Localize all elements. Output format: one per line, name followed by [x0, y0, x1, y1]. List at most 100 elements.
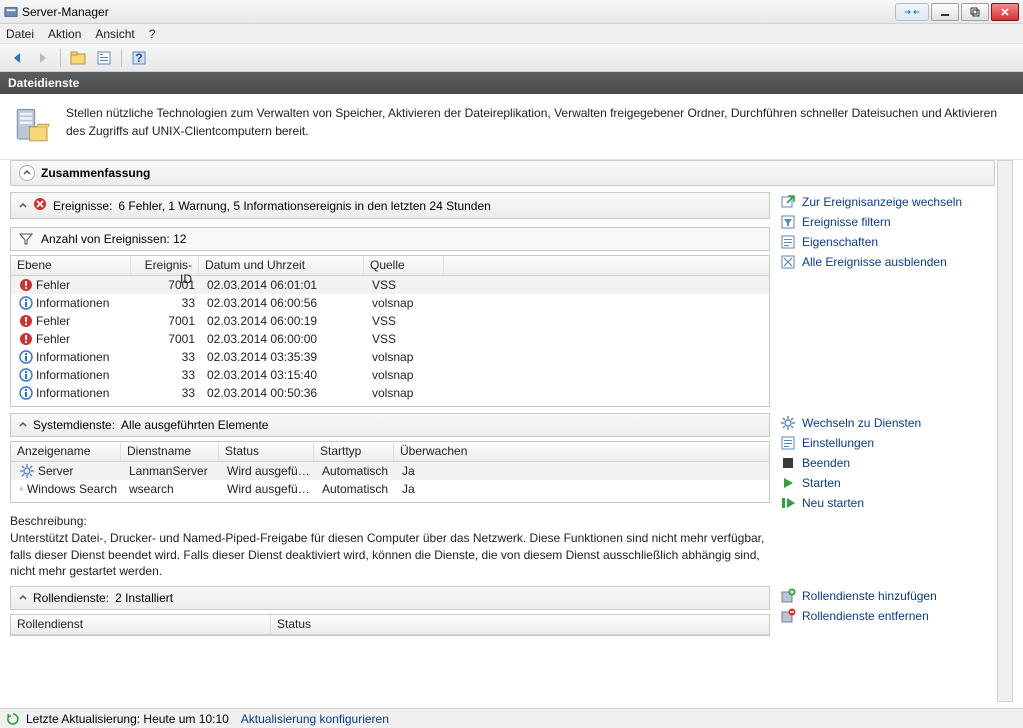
- desc-text: Unterstützt Datei-, Drucker- und Named-P…: [10, 530, 770, 580]
- table-row[interactable]: ServerLanmanServerWird ausgefü…Automatis…: [11, 462, 769, 480]
- close-button[interactable]: [991, 3, 1019, 21]
- minimize-button[interactable]: [931, 3, 959, 21]
- hide-icon: [780, 254, 796, 270]
- sidelink-label: Rollendienste hinzufügen: [802, 589, 937, 603]
- table-row[interactable]: Fehler700102.03.2014 06:01:01VSS: [11, 276, 769, 294]
- sidelink-label: Einstellungen: [802, 436, 874, 450]
- main-scrollbar[interactable]: [997, 160, 1013, 702]
- properties-button[interactable]: [93, 47, 115, 69]
- col-level[interactable]: Ebene: [11, 256, 131, 275]
- filter-icon: [19, 232, 33, 246]
- roles-row: Rollendienste: 2 Installiert Rollendiens…: [10, 586, 995, 636]
- sidelink-label: Beenden: [802, 456, 850, 470]
- sidelink-label: Starten: [802, 476, 841, 490]
- events-tbody[interactable]: Fehler700102.03.2014 06:01:01VSSInformat…: [11, 276, 769, 407]
- table-row[interactable]: Windows SearchwsearchWird ausgefü…Automa…: [11, 480, 769, 498]
- props-icon: [780, 435, 796, 451]
- status-link[interactable]: Aktualisierung konfigurieren: [241, 712, 389, 726]
- page-description: Stellen nützliche Technologien zum Verwa…: [66, 104, 1011, 149]
- collapse-icon[interactable]: [19, 199, 27, 213]
- sidelink[interactable]: Wechseln zu Diensten: [780, 415, 995, 431]
- maximize-button[interactable]: [961, 3, 989, 21]
- collapse-icon[interactable]: [19, 418, 27, 432]
- sidelink[interactable]: Zur Ereignisanzeige wechseln: [780, 194, 995, 210]
- collapse-icon[interactable]: [19, 165, 35, 181]
- col-rolestatus[interactable]: Status: [271, 615, 769, 634]
- col-roleservice[interactable]: Rollendienst: [11, 615, 271, 634]
- error-icon: [33, 197, 47, 214]
- table-row[interactable]: Informationen3302.03.2014 03:15:40volsna…: [11, 366, 769, 384]
- page-header: Dateidienste: [0, 72, 1023, 94]
- services-row: Systemdienste: Alle ausgeführten Element…: [10, 413, 995, 580]
- col-starttype[interactable]: Starttyp: [314, 442, 394, 461]
- restart-icon: [780, 495, 796, 511]
- sidelink-label: Neu starten: [802, 496, 864, 510]
- sidelink-label: Ereignisse filtern: [802, 215, 891, 229]
- window-title: Server-Manager: [22, 5, 109, 19]
- services-thead: Anzeigename Dienstname Status Starttyp Ü…: [11, 442, 769, 462]
- menubar: Datei Aktion Ansicht ?: [0, 24, 1023, 44]
- sidelink-label: Wechseln zu Diensten: [802, 416, 921, 430]
- sidelink[interactable]: Rollendienste entfernen: [780, 608, 995, 624]
- col-monitor[interactable]: Überwachen: [394, 442, 769, 461]
- col-status[interactable]: Status: [219, 442, 314, 461]
- col-spacer: [444, 256, 769, 275]
- nav-swap-button[interactable]: [895, 3, 929, 21]
- props-icon: [780, 234, 796, 250]
- roles-subtitle: 2 Installiert: [115, 591, 173, 605]
- explorer-button[interactable]: [67, 47, 89, 69]
- titlebar: Server-Manager: [0, 0, 1023, 24]
- services-tbody[interactable]: ServerLanmanServerWird ausgefü…Automatis…: [11, 462, 769, 503]
- summary-panel-header: Zusammenfassung: [10, 160, 995, 186]
- sidelink[interactable]: Beenden: [780, 455, 995, 471]
- table-row[interactable]: Informationen3302.03.2014 00:50:36volsna…: [11, 384, 769, 402]
- col-displayname[interactable]: Anzeigename: [11, 442, 121, 461]
- table-row[interactable]: Informationen3302.03.2014 03:35:39volsna…: [11, 348, 769, 366]
- toolbar-separator: [121, 49, 122, 67]
- col-datetime[interactable]: Datum und Uhrzeit: [199, 256, 364, 275]
- refresh-icon: [6, 712, 20, 726]
- col-id[interactable]: Ereignis-ID: [131, 256, 199, 275]
- forward-button[interactable]: [32, 47, 54, 69]
- events-subtitle: 6 Fehler, 1 Warnung, 5 Informationsereig…: [118, 199, 490, 213]
- sidelink[interactable]: Starten: [780, 475, 995, 491]
- roles-sidelinks: Rollendienste hinzufügen Rollendienste en…: [780, 586, 995, 626]
- col-servicename[interactable]: Dienstname: [121, 442, 219, 461]
- goto-icon: [780, 194, 796, 210]
- sidelink-label: Rollendienste entfernen: [802, 609, 929, 623]
- sidelink[interactable]: Einstellungen: [780, 435, 995, 451]
- roles-title: Rollendienste:: [33, 591, 109, 605]
- table-row[interactable]: Fehler700102.03.2014 06:00:00VSS: [11, 330, 769, 348]
- events-panel-header: Ereignisse: 6 Fehler, 1 Warnung, 5 Infor…: [10, 192, 770, 219]
- services-panel-header: Systemdienste: Alle ausgeführten Element…: [10, 413, 770, 437]
- menu-view[interactable]: Ansicht: [95, 27, 134, 41]
- menu-help[interactable]: ?: [149, 27, 156, 41]
- table-row[interactable]: Fehler700102.03.2014 06:00:19VSS: [11, 312, 769, 330]
- menu-file[interactable]: Datei: [6, 27, 34, 41]
- events-row: Ereignisse: 6 Fehler, 1 Warnung, 5 Infor…: [10, 192, 995, 407]
- services-table: Anzeigename Dienstname Status Starttyp Ü…: [10, 441, 770, 503]
- sidelink-label: Eigenschaften: [802, 235, 878, 249]
- fileservices-icon: [12, 104, 54, 149]
- sidelink[interactable]: Ereignisse filtern: [780, 214, 995, 230]
- window-title-wrap: Server-Manager: [4, 5, 895, 19]
- services-title: Systemdienste:: [33, 418, 115, 432]
- window-controls: [929, 3, 1019, 21]
- collapse-icon[interactable]: [19, 591, 27, 605]
- help-button[interactable]: ?: [128, 47, 150, 69]
- back-button[interactable]: [6, 47, 28, 69]
- events-thead: Ebene Ereignis-ID Datum und Uhrzeit Quel…: [11, 256, 769, 276]
- sidelink[interactable]: Neu starten: [780, 495, 995, 511]
- sidelink-label: Zur Ereignisanzeige wechseln: [802, 195, 962, 209]
- table-row[interactable]: Informationen3302.03.2014 06:00:56volsna…: [11, 294, 769, 312]
- sidelink[interactable]: Eigenschaften: [780, 234, 995, 250]
- menu-action[interactable]: Aktion: [48, 27, 81, 41]
- filter-icon: [780, 214, 796, 230]
- sidelink[interactable]: Rollendienste hinzufügen: [780, 588, 995, 604]
- sidelink[interactable]: Alle Ereignisse ausblenden: [780, 254, 995, 270]
- statusbar: Letzte Aktualisierung: Heute um 10:10 Ak…: [0, 708, 1023, 728]
- col-source[interactable]: Quelle: [364, 256, 444, 275]
- status-text: Letzte Aktualisierung: Heute um 10:10: [26, 712, 229, 726]
- toolbar-separator: [60, 49, 61, 67]
- events-sidelinks: Zur Ereignisanzeige wechseln Ereignisse f…: [780, 192, 995, 272]
